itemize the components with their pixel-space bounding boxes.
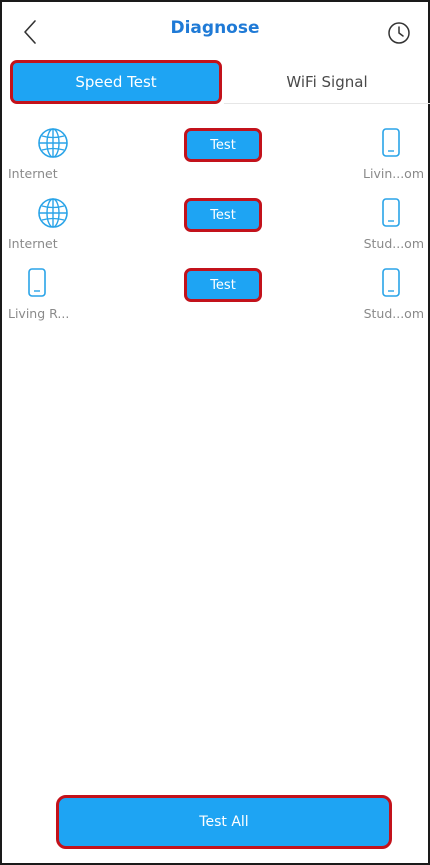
test-target: Livin...om	[334, 126, 424, 181]
router-icon	[382, 268, 400, 297]
target-label: Stud...om	[363, 306, 424, 321]
test-row: Living R... Test Stud...om	[2, 260, 428, 330]
test-target: Stud...om	[334, 266, 424, 321]
test-row: Internet Test Stud...om	[2, 190, 428, 260]
test-target: Stud...om	[334, 196, 424, 251]
router-icon	[382, 128, 400, 157]
test-source: Internet	[8, 126, 98, 181]
test-button[interactable]: Test	[184, 128, 262, 162]
test-row: Internet Test Livin...om	[2, 120, 428, 190]
tab-bar: Speed Test WiFi Signal	[10, 60, 430, 104]
source-label: Internet	[8, 166, 58, 181]
source-label: Living R...	[8, 306, 70, 321]
header: Diagnose	[2, 2, 428, 62]
test-button[interactable]: Test	[184, 268, 262, 302]
clock-icon	[388, 22, 410, 44]
page-title: Diagnose	[170, 18, 260, 38]
source-label: Internet	[8, 236, 58, 251]
router-icon	[28, 268, 46, 297]
globe-icon	[38, 128, 68, 158]
speed-test-list: Internet Test Livin...om Internet Test S…	[2, 120, 428, 330]
test-all-button[interactable]: Test All	[56, 795, 392, 849]
globe-icon	[38, 198, 68, 228]
history-button[interactable]	[386, 20, 412, 46]
router-icon	[382, 198, 400, 227]
test-source: Internet	[8, 196, 98, 251]
tab-wifi-signal[interactable]: WiFi Signal	[224, 60, 430, 104]
tab-speed-test[interactable]: Speed Test	[10, 60, 222, 104]
target-label: Livin...om	[363, 166, 424, 181]
test-button[interactable]: Test	[184, 198, 262, 232]
test-source: Living R...	[8, 266, 98, 321]
app-screen: Diagnose Speed Test WiFi Signal Internet…	[0, 0, 430, 865]
target-label: Stud...om	[363, 236, 424, 251]
